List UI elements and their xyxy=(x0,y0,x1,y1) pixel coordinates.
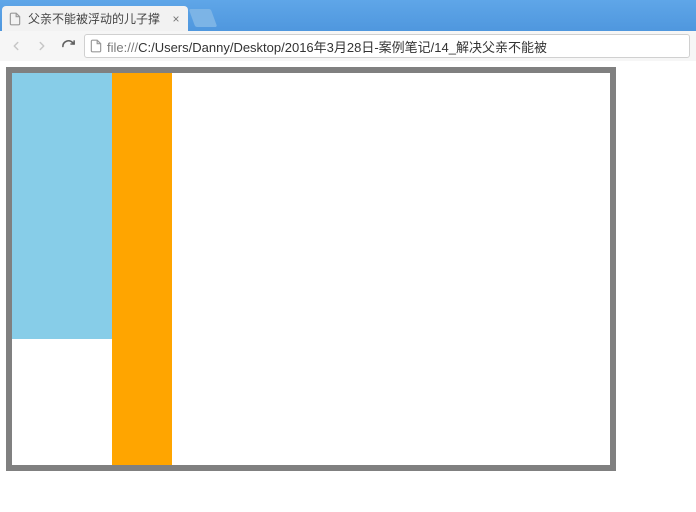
url-scheme: file:/// xyxy=(107,40,138,55)
address-url: file:///C:/Users/Danny/Desktop/2016年3月28… xyxy=(107,37,685,56)
page-viewport xyxy=(0,61,696,512)
new-tab-button[interactable] xyxy=(189,9,218,27)
browser-tab[interactable]: 父亲不能被浮动的儿子撑 × xyxy=(2,6,188,31)
file-icon xyxy=(89,39,103,53)
forward-button[interactable] xyxy=(32,36,52,56)
demo-inner xyxy=(12,73,610,465)
back-button[interactable] xyxy=(6,36,26,56)
url-path: C:/Users/Danny/Desktop/2016年3月28日-案例笔记/1… xyxy=(138,40,547,55)
float-box-orange xyxy=(112,73,172,465)
file-icon xyxy=(8,12,22,26)
tab-strip: 父亲不能被浮动的儿子撑 × xyxy=(0,0,696,31)
tab-title: 父亲不能被浮动的儿子撑 xyxy=(28,10,170,27)
demo-container xyxy=(6,67,616,471)
close-icon[interactable]: × xyxy=(170,13,182,25)
toolbar: file:///C:/Users/Danny/Desktop/2016年3月28… xyxy=(0,31,696,62)
reload-button[interactable] xyxy=(58,36,78,56)
float-box-blue xyxy=(12,73,112,339)
address-bar[interactable]: file:///C:/Users/Danny/Desktop/2016年3月28… xyxy=(84,34,690,58)
